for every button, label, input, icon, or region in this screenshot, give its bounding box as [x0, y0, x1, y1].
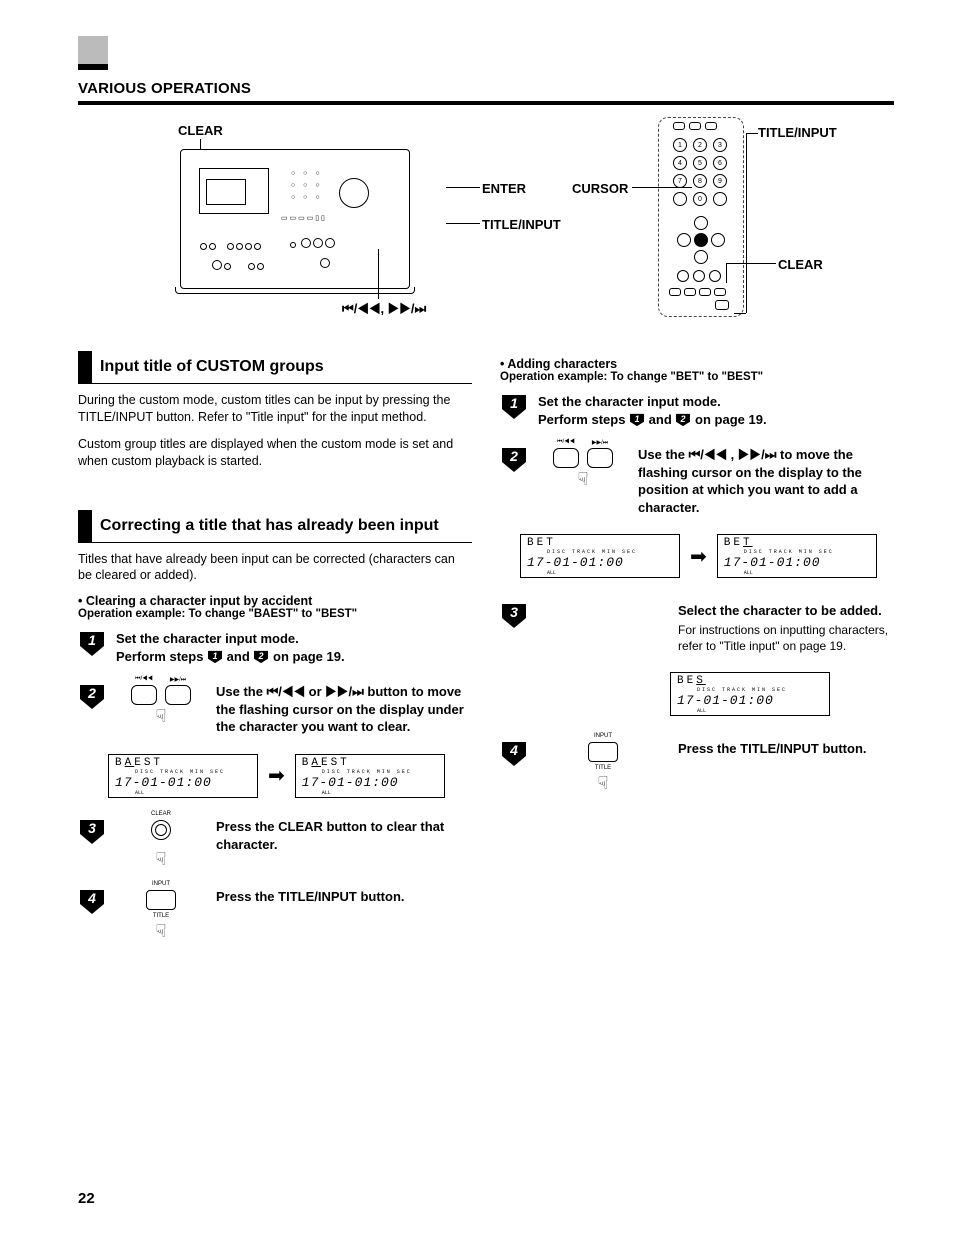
svg-text:2: 2	[87, 685, 96, 701]
left-step4-title: Press the TITLE/INPUT button.	[216, 888, 472, 906]
left-column: Input title of CUSTOM groups During the …	[78, 351, 472, 960]
svg-text:1: 1	[88, 632, 96, 648]
hand-icon: ☟	[156, 707, 167, 725]
remote-illustration: 123 456 789 0	[658, 117, 744, 317]
arrow-icon: ➡	[690, 544, 707, 569]
right-column: • Adding characters Operation example: T…	[500, 351, 894, 960]
right-step4-title: Press the TITLE/INPUT button.	[678, 740, 894, 758]
left-step-3: 3 CLEAR ☟ Press the CLEAR button to clea…	[78, 818, 472, 870]
page-tab	[78, 36, 108, 64]
label-seek: ⏮/◀◀, ▶▶/⏭	[342, 301, 426, 317]
lcd-row-right-1: BET DISC TRACK MIN SEC 17-01-01:00 ALL ➡…	[520, 534, 894, 578]
lcd-bes: BES DISC TRACK MIN SEC 17-01-01:00 ALL	[670, 672, 830, 716]
hand-icon: ☟	[156, 922, 167, 940]
left-step-2: 2 ⏮/◀◀ ▶▶/⏭ ☟ Use the ⏮/◀◀ or ▶▶/⏭ butto…	[78, 683, 472, 736]
para-1: During the custom mode, custom titles ca…	[78, 392, 472, 426]
label-titleinput: TITLE/INPUT	[482, 217, 561, 232]
title-input-button-icon: INPUT TITLE ☟	[116, 888, 206, 942]
para-3: Titles that have already been input can …	[78, 551, 472, 585]
skip-buttons-icon: ⏮/◀◀ ▶▶/⏭ ☟	[116, 683, 206, 736]
section-title: VARIOUS OPERATIONS	[78, 80, 251, 97]
device-diagram: CLEAR ENTER TITLE/INPUT ○ ○ ○ ○ ○ ○ ○ ○ …	[78, 125, 894, 345]
bullet-adding: • Adding characters	[500, 357, 894, 371]
page-number: 22	[78, 1190, 95, 1207]
label-remote-clear: CLEAR	[778, 257, 823, 272]
skip-buttons-icon: ⏮/◀◀ ▶▶/⏭ ☟	[538, 446, 628, 516]
hand-icon: ☟	[578, 470, 589, 488]
right-step1-title: Set the character input mode.	[538, 393, 894, 411]
right-step3-desc: For instructions on inputting characters…	[678, 622, 894, 654]
svg-text:1: 1	[635, 414, 640, 424]
op-example-right: Operation example: To change "BET" to "B…	[500, 371, 894, 383]
label-remote-titleinput: TITLE/INPUT	[758, 125, 837, 140]
label-cursor: CURSOR	[572, 181, 628, 196]
label-enter: ENTER	[482, 181, 526, 196]
svg-text:2: 2	[509, 448, 518, 464]
left-step-4: 4 INPUT TITLE ☟ Press the TITLE/INPUT bu…	[78, 888, 472, 942]
step-badge-2: 2	[500, 446, 528, 470]
heading-custom-groups: Input title of CUSTOM groups	[100, 351, 324, 383]
title-input-button-icon: INPUT TITLE ☟	[538, 740, 668, 794]
right-step-2: 2 ⏮/◀◀ ▶▶/⏭ ☟ Use the ⏮/◀◀ , ▶▶/⏭ to mov…	[500, 446, 894, 516]
step-badge-1: 1	[78, 630, 106, 654]
device-illustration: ○ ○ ○ ○ ○ ○ ○ ○ ○ ▭ ▭ ▭ ▭ ▯ ▯	[180, 149, 410, 289]
op-example-left: Operation example: To change "BAEST" to …	[78, 608, 472, 620]
left-step-1: 1 Set the character input mode. Perform …	[78, 630, 472, 665]
section-correcting-title: Correcting a title that has already been…	[78, 510, 472, 543]
step-badge-2: 2	[78, 683, 106, 707]
right-step1-sub: Perform steps 1 and 2 on page 19.	[538, 411, 894, 429]
svg-text:3: 3	[88, 820, 96, 836]
clear-button-icon: CLEAR ☟	[116, 818, 206, 870]
right-step-4: 4 INPUT TITLE ☟ Press the TITLE/INPUT bu…	[500, 740, 894, 794]
right-step2-title: Use the ⏮/◀◀ , ▶▶/⏭ to move the flashing…	[638, 446, 894, 516]
lcd-baest-2: BAEST DISC TRACK MIN SEC 17-01-01:00 ALL	[295, 754, 445, 798]
lcd-row-left: BAEST DISC TRACK MIN SEC 17-01-01:00 ALL…	[108, 754, 472, 798]
hand-icon: ☟	[156, 850, 167, 868]
left-step2-title: Use the ⏮/◀◀ or ▶▶/⏭ button to move the …	[216, 683, 472, 736]
right-step-1: 1 Set the character input mode. Perform …	[500, 393, 894, 428]
bullet-clearing: • Clearing a character input by accident	[78, 594, 472, 608]
right-step-3: 3 Select the character to be added. For …	[500, 602, 894, 654]
left-step1-title: Set the character input mode.	[116, 630, 472, 648]
svg-text:2: 2	[680, 414, 686, 424]
section-header: VARIOUS OPERATIONS	[78, 80, 894, 105]
step-badge-3: 3	[78, 818, 106, 842]
svg-text:2: 2	[258, 651, 264, 661]
lcd-baest-1: BAEST DISC TRACK MIN SEC 17-01-01:00 ALL	[108, 754, 258, 798]
lcd-bet-1: BET DISC TRACK MIN SEC 17-01-01:00 ALL	[520, 534, 680, 578]
step-badge-1: 1	[500, 393, 528, 417]
hand-icon: ☟	[598, 774, 609, 792]
svg-text:1: 1	[510, 395, 518, 411]
arrow-icon: ➡	[268, 763, 285, 788]
heading-correcting: Correcting a title that has already been…	[100, 510, 439, 542]
step-badge-4: 4	[500, 740, 528, 764]
left-step3-title: Press the CLEAR button to clear that cha…	[216, 818, 472, 853]
lcd-bet-2: BET DISC TRACK MIN SEC 17-01-01:00 ALL	[717, 534, 877, 578]
label-clear: CLEAR	[178, 123, 223, 138]
svg-text:3: 3	[510, 604, 518, 620]
left-step1-sub: Perform steps 1 and 2 on page 19.	[116, 648, 472, 666]
svg-text:1: 1	[213, 651, 218, 661]
step-badge-3: 3	[500, 602, 528, 626]
section-custom-groups: Input title of CUSTOM groups	[78, 351, 472, 384]
para-2: Custom group titles are displayed when t…	[78, 436, 472, 470]
step-badge-4: 4	[78, 888, 106, 912]
svg-text:4: 4	[509, 742, 518, 758]
right-step3-title: Select the character to be added.	[678, 602, 894, 620]
svg-text:4: 4	[87, 890, 96, 906]
